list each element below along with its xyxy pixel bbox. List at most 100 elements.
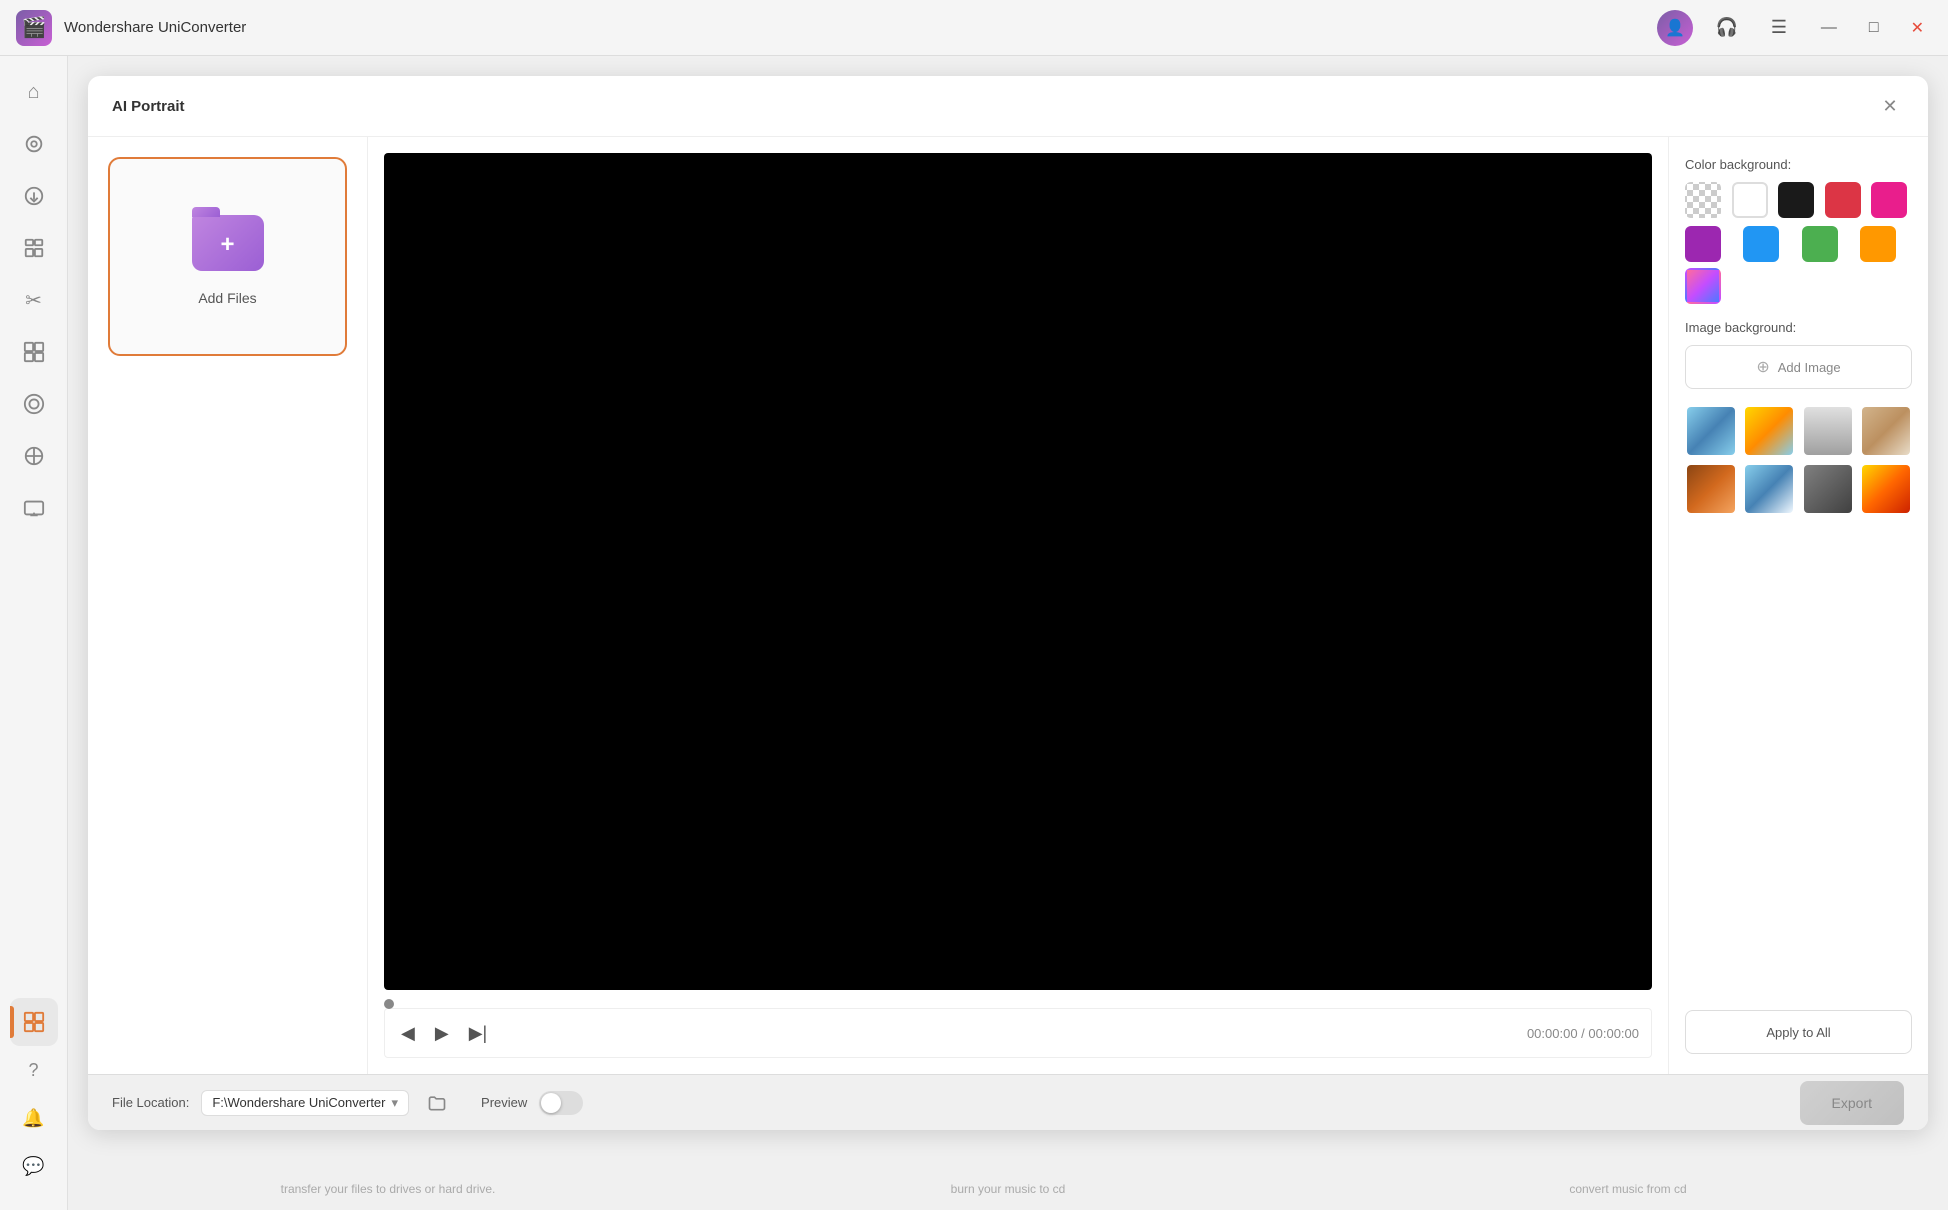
folder-shape: +: [192, 215, 264, 271]
modal-header: AI Portrait ✕: [88, 76, 1928, 137]
add-image-button[interactable]: ⊕ Add Image: [1685, 345, 1912, 389]
add-image-icon: ⊕: [1756, 357, 1769, 377]
thumb-inner-6: [1745, 465, 1793, 513]
image-thumb-4[interactable]: [1860, 405, 1912, 457]
video-controls: ◀ ▶ ▶| 00:00:00 / 00:00:00: [384, 1008, 1652, 1058]
file-location-label: File Location:: [112, 1095, 189, 1110]
add-files-card[interactable]: + Add Files: [108, 157, 347, 356]
bottom-strip: transfer your files to drives or hard dr…: [68, 1130, 1948, 1210]
bottom-strip-text-2: burn your music to cd: [951, 1182, 1066, 1196]
color-swatch-green[interactable]: [1802, 226, 1838, 262]
image-thumb-2[interactable]: [1743, 405, 1795, 457]
thumb-inner-1: [1687, 407, 1735, 455]
preview-label: Preview: [481, 1095, 527, 1110]
close-button[interactable]: ✕: [1903, 14, 1932, 42]
color-swatch-transparent[interactable]: [1685, 182, 1721, 218]
modal-title: AI Portrait: [112, 98, 1876, 115]
add-files-icon: +: [188, 208, 268, 278]
sidebar-item-toolbox[interactable]: [10, 998, 58, 1046]
sidebar-bottom: ? 🔔 💬: [14, 1050, 54, 1198]
preview-area: ◀ ▶ ▶| 00:00:00 / 00:00:00: [368, 137, 1668, 1074]
thumb-inner-3: [1804, 407, 1852, 455]
account-icon-glyph: 👤: [1665, 18, 1685, 38]
thumb-inner-7: [1804, 465, 1852, 513]
sidebar-item-home[interactable]: ⌂: [10, 68, 58, 116]
sidebar-item-effects[interactable]: [10, 432, 58, 480]
image-thumb-5[interactable]: [1685, 463, 1737, 515]
modal-close-button[interactable]: ✕: [1876, 92, 1904, 120]
color-swatch-orange[interactable]: [1860, 226, 1896, 262]
apply-to-all-button[interactable]: Apply to All: [1685, 1010, 1912, 1054]
file-location-value: F:\Wondershare UniConverter: [212, 1095, 385, 1110]
time-display: 00:00:00 / 00:00:00: [1527, 1026, 1639, 1041]
minimize-button[interactable]: —: [1813, 15, 1845, 41]
export-button[interactable]: Export: [1800, 1081, 1904, 1125]
color-bg-section: Color background:: [1685, 157, 1912, 304]
image-thumb-1[interactable]: [1685, 405, 1737, 457]
sidebar-item-record[interactable]: [10, 380, 58, 428]
file-panel: + Add Files: [88, 137, 368, 1074]
color-swatch-black[interactable]: [1778, 182, 1814, 218]
bottom-strip-text-3: convert music from cd: [1569, 1182, 1686, 1196]
folder-plus-icon: +: [220, 233, 234, 257]
thumb-inner-5: [1687, 465, 1735, 513]
sidebar-item-trim[interactable]: ✂: [10, 276, 58, 324]
prev-button[interactable]: ◀: [397, 1019, 419, 1048]
image-bg-section: Image background: ⊕ Add Image: [1685, 320, 1912, 389]
feedback-icon[interactable]: 💬: [14, 1146, 54, 1186]
chevron-down-icon: ▾: [392, 1095, 399, 1111]
menu-icon[interactable]: ☰: [1761, 10, 1797, 46]
color-swatch-white[interactable]: [1732, 182, 1768, 218]
sidebar-item-convert[interactable]: [10, 120, 58, 168]
right-panel: Color background:: [1668, 137, 1928, 1074]
support-icon-glyph: 🎧: [1716, 17, 1738, 38]
notification-icon[interactable]: 🔔: [14, 1098, 54, 1138]
content-area: AI Portrait ✕ + Add Files: [68, 56, 1948, 1210]
support-icon[interactable]: 🎧: [1709, 10, 1745, 46]
help-icon[interactable]: ?: [14, 1050, 54, 1090]
thumb-inner-2: [1745, 407, 1793, 455]
color-grid-row2: [1685, 226, 1912, 304]
image-grid: [1685, 405, 1912, 515]
add-files-label: Add Files: [198, 290, 256, 306]
sidebar-item-merge[interactable]: [10, 328, 58, 376]
sidebar: ⌂ ✂ ? 🔔 💬: [0, 56, 68, 1210]
progress-thumb: [384, 999, 394, 1009]
open-folder-button[interactable]: [421, 1087, 453, 1119]
sidebar-item-broadcast[interactable]: [10, 484, 58, 532]
color-swatch-purple[interactable]: [1685, 226, 1721, 262]
thumb-inner-4: [1862, 407, 1910, 455]
toggle-thumb: [541, 1093, 561, 1113]
app-logo: 🎬: [16, 10, 52, 46]
thumb-inner-8: [1862, 465, 1910, 513]
menu-icon-glyph: ☰: [1771, 17, 1787, 38]
file-location-select[interactable]: F:\Wondershare UniConverter ▾: [201, 1090, 409, 1116]
color-swatch-red[interactable]: [1825, 182, 1861, 218]
title-bar-controls: 👤 🎧 ☰ — □ ✕: [1657, 10, 1932, 46]
title-bar: 🎬 Wondershare UniConverter 👤 🎧 ☰ — □ ✕: [0, 0, 1948, 56]
bottom-strip-item-2: burn your music to cd: [708, 1181, 1308, 1198]
image-bg-label: Image background:: [1685, 320, 1912, 335]
add-image-label: Add Image: [1778, 360, 1841, 375]
color-swatch-blue[interactable]: [1743, 226, 1779, 262]
image-thumb-8[interactable]: [1860, 463, 1912, 515]
account-icon[interactable]: 👤: [1657, 10, 1693, 46]
image-thumb-6[interactable]: [1743, 463, 1795, 515]
color-swatch-gradient[interactable]: [1685, 268, 1721, 304]
video-screen: [384, 153, 1652, 990]
sidebar-item-download[interactable]: [10, 172, 58, 220]
image-thumb-3[interactable]: [1802, 405, 1854, 457]
play-button[interactable]: ▶: [431, 1019, 453, 1048]
color-grid-row1: [1685, 182, 1912, 218]
color-swatch-pink[interactable]: [1871, 182, 1907, 218]
bottom-strip-text-1: transfer your files to drives or hard dr…: [281, 1182, 496, 1196]
next-button[interactable]: ▶|: [465, 1019, 492, 1048]
image-thumb-7[interactable]: [1802, 463, 1854, 515]
bottom-strip-item-3: convert music from cd: [1328, 1181, 1928, 1198]
color-bg-label: Color background:: [1685, 157, 1912, 172]
bottom-bar: File Location: F:\Wondershare UniConvert…: [88, 1074, 1928, 1130]
preview-toggle[interactable]: [539, 1091, 583, 1115]
sidebar-item-compress[interactable]: [10, 224, 58, 272]
app-body: ⌂ ✂ ? 🔔 💬: [0, 56, 1948, 1210]
maximize-button[interactable]: □: [1861, 15, 1887, 41]
